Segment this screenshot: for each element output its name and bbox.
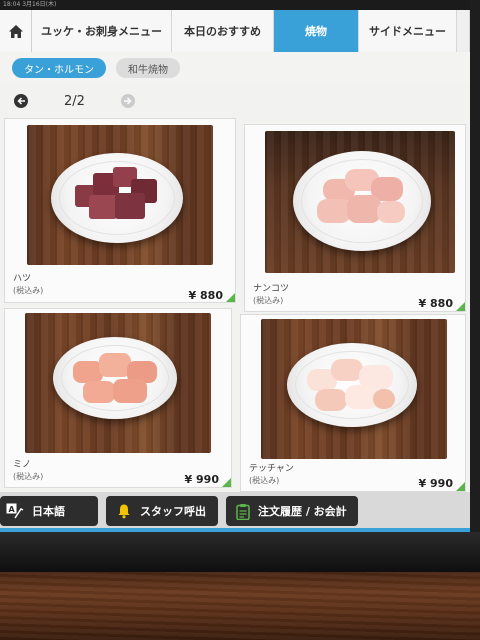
home-icon bbox=[8, 24, 23, 38]
staff-call-label: スタッフ呼出 bbox=[140, 505, 206, 518]
item-photo bbox=[27, 125, 213, 265]
price-corner-marker bbox=[226, 293, 235, 302]
page-indicator: 2/2 bbox=[64, 93, 85, 109]
subtab-tongue-offal[interactable]: タン・ホルモン bbox=[12, 58, 106, 78]
menu-item-card[interactable]: ハツ (税込み) ¥ 880 bbox=[4, 118, 236, 303]
next-page-button[interactable] bbox=[120, 94, 135, 108]
item-name: ハツ bbox=[13, 274, 32, 284]
subcategory-tabs: タン・ホルモン 和牛焼物 bbox=[0, 52, 470, 84]
item-tax-note: (税込み) bbox=[13, 286, 44, 295]
language-button[interactable]: A 日本語 bbox=[0, 496, 98, 526]
menu-item-card[interactable]: テッチャン (税込み) ¥ 990 bbox=[240, 314, 466, 492]
svg-text:A: A bbox=[9, 505, 16, 514]
arrow-right-icon bbox=[124, 97, 132, 105]
order-history-button[interactable]: 注文履歴 / お会計 bbox=[226, 496, 358, 526]
tablet-screen: ユッケ・お刺身メニュー 本日のおすすめ 焼物 サイドメニュー タン・ホルモン 和… bbox=[0, 10, 470, 532]
item-price: ¥ 880 bbox=[418, 297, 453, 310]
item-photo bbox=[25, 313, 211, 453]
subtab-wagyu-grilled[interactable]: 和牛焼物 bbox=[116, 58, 180, 78]
item-tax-note: (税込み) bbox=[13, 472, 44, 481]
item-price: ¥ 880 bbox=[188, 289, 223, 302]
item-price: ¥ 990 bbox=[184, 473, 219, 486]
table-surface bbox=[0, 572, 480, 640]
item-photo bbox=[261, 319, 447, 459]
tab-yukke-sashimi[interactable]: ユッケ・お刺身メニュー bbox=[32, 10, 172, 52]
prev-page-button[interactable] bbox=[14, 94, 28, 108]
menu-item-card[interactable]: ナンコツ (税込み) ¥ 880 bbox=[244, 124, 466, 312]
home-button[interactable] bbox=[0, 10, 32, 52]
item-name: ミノ bbox=[13, 460, 32, 470]
item-name: テッチャン bbox=[249, 464, 294, 474]
item-tax-note: (税込み) bbox=[253, 296, 284, 305]
device-frame bbox=[470, 0, 480, 560]
category-nav: ユッケ・お刺身メニュー 本日のおすすめ 焼物 サイドメニュー bbox=[0, 10, 470, 52]
item-photo bbox=[265, 131, 455, 273]
item-tax-note: (税込み) bbox=[249, 476, 280, 485]
tab-side-menu[interactable]: サイドメニュー bbox=[359, 10, 457, 52]
price-corner-marker bbox=[456, 302, 465, 311]
tab-todays-recommendation[interactable]: 本日のおすすめ bbox=[172, 10, 274, 52]
staff-call-button[interactable]: スタッフ呼出 bbox=[106, 496, 218, 526]
language-label: 日本語 bbox=[32, 505, 65, 518]
menu-grid: ハツ (税込み) ¥ 880 ナンコツ (税込み) ¥ 880 ミノ (税込み)… bbox=[4, 118, 466, 493]
order-history-label: 注文履歴 / お会計 bbox=[258, 505, 347, 518]
device-bottom-bezel bbox=[0, 532, 480, 572]
item-price: ¥ 990 bbox=[418, 477, 453, 490]
price-corner-marker bbox=[222, 478, 231, 487]
pagination: 2/2 bbox=[0, 84, 470, 118]
bottom-toolbar: A 日本語 スタッフ呼出 注文履歴 / お会計 bbox=[0, 492, 470, 532]
translate-icon: A bbox=[6, 503, 24, 519]
tab-grilled[interactable]: 焼物 bbox=[274, 10, 359, 52]
status-bar-time: 18:04 3月16日(木) bbox=[3, 1, 57, 8]
tab-overflow bbox=[457, 10, 470, 52]
price-corner-marker bbox=[456, 482, 465, 491]
arrow-left-icon bbox=[16, 97, 25, 105]
bell-icon bbox=[116, 503, 132, 519]
clipboard-icon bbox=[236, 503, 250, 520]
item-name: ナンコツ bbox=[253, 284, 290, 294]
menu-item-card[interactable]: ミノ (税込み) ¥ 990 bbox=[4, 308, 232, 488]
